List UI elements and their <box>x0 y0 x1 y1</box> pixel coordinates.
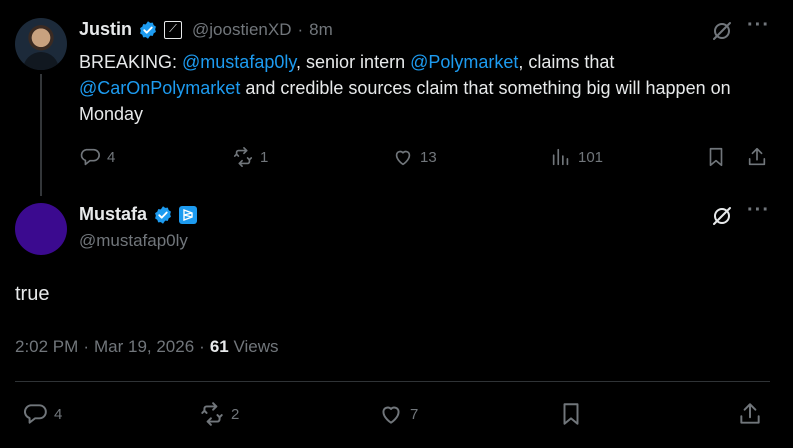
main-view-count: 61 <box>209 337 229 356</box>
tweet-text-segment: , claims that <box>518 52 615 72</box>
divider <box>15 381 770 382</box>
bookmark-icon <box>563 403 579 425</box>
mention-link[interactable]: @Polymarket <box>410 52 518 72</box>
reply-icon <box>80 148 100 166</box>
main-repost-count: 2 <box>231 405 240 423</box>
main-meta: 2:02 PM · Mar 19, 2026 · 61 Views <box>15 337 279 357</box>
main-views[interactable]: 61 Views <box>210 337 279 357</box>
parent-like-count: 13 <box>420 148 437 166</box>
parent-reply-count: 4 <box>107 148 116 166</box>
main-author-name[interactable]: Mustafa <box>79 204 147 225</box>
share-icon <box>748 147 766 166</box>
verified-badge-icon <box>155 205 171 224</box>
reply-icon <box>24 404 47 424</box>
separator-dot: · <box>83 337 89 356</box>
repost-icon <box>233 147 253 167</box>
main-author-handle[interactable]: @mustafap0ly <box>79 231 188 251</box>
thread-connector <box>40 74 42 196</box>
bookmark-icon <box>709 147 723 167</box>
affiliate-badge-icon: ⟋ <box>164 20 183 39</box>
parent-repost-button[interactable]: 1 <box>232 146 268 168</box>
main-like-count: 7 <box>410 405 419 423</box>
main-time[interactable]: 2:02 PM <box>15 337 78 357</box>
parent-reply-button[interactable]: 4 <box>79 146 115 168</box>
main-reply-count: 4 <box>54 405 63 423</box>
parent-tweet-text: BREAKING: @mustafap0ly, senior intern @P… <box>79 49 759 127</box>
main-date[interactable]: Mar 19, 2026 <box>94 337 194 357</box>
parent-repost-count: 1 <box>260 148 269 166</box>
share-icon <box>740 403 760 424</box>
more-options-icon[interactable]: ··· <box>747 14 770 37</box>
main-share-button[interactable] <box>737 401 763 427</box>
main-reply-button[interactable]: 4 <box>22 401 62 427</box>
main-bookmark-button[interactable] <box>558 401 584 427</box>
heart-icon <box>382 406 400 424</box>
separator-dot: · <box>297 19 304 39</box>
more-options-icon[interactable]: ··· <box>747 199 770 222</box>
main-tweet-text: true <box>15 283 50 305</box>
parent-view-count: 101 <box>578 148 604 166</box>
parent-author-name[interactable]: Justin <box>79 19 132 40</box>
verified-badge-icon <box>140 20 156 39</box>
main-views-label: Views <box>228 337 279 356</box>
parent-timestamp[interactable]: 8m <box>309 20 333 40</box>
main-repost-button[interactable]: 2 <box>199 401 239 427</box>
parent-bookmark-button[interactable] <box>705 146 727 168</box>
repost-icon <box>201 402 223 426</box>
mention-link[interactable]: @mustafap0ly <box>182 52 296 72</box>
grok-icon[interactable] <box>710 19 734 48</box>
separator-dot: · <box>199 337 205 356</box>
mention-link[interactable]: @CarOnPolymarket <box>79 78 240 98</box>
tweet-text-segment: , senior intern <box>296 52 411 72</box>
tweet-text-segment: BREAKING: <box>79 52 183 72</box>
main-header: Mustafa <box>79 204 198 225</box>
parent-header: Justin ⟋ @joostienXD · 8m <box>79 19 333 40</box>
parent-like-button[interactable]: 13 <box>392 146 437 168</box>
grok-icon[interactable] <box>710 204 734 233</box>
parent-views-button[interactable]: 101 <box>550 146 603 168</box>
parent-share-button[interactable] <box>746 146 768 168</box>
main-like-button[interactable]: 7 <box>378 401 418 427</box>
heart-icon <box>395 150 411 166</box>
avatar-justin[interactable] <box>15 18 67 70</box>
parent-author-handle[interactable]: @joostienXD <box>192 20 291 40</box>
polymarket-affiliate-icon <box>179 205 198 224</box>
avatar-mustafa[interactable] <box>15 203 67 255</box>
analytics-icon <box>552 148 569 166</box>
